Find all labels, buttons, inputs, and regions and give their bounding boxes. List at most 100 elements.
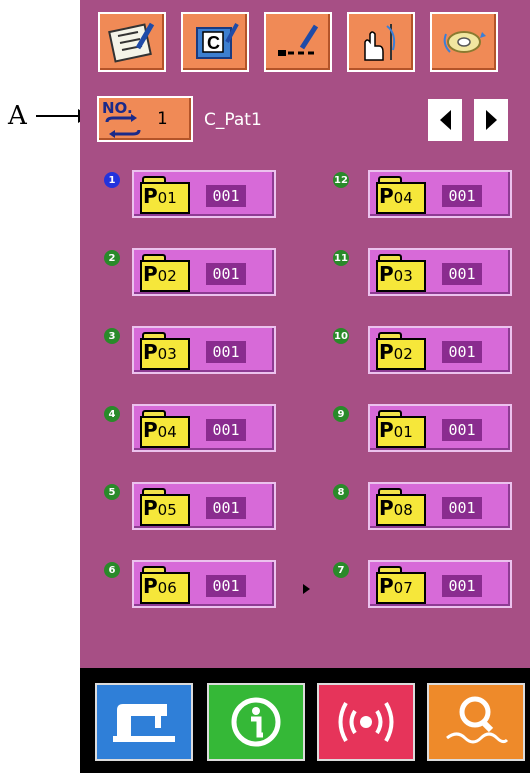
- pattern-letter: P: [143, 574, 158, 598]
- pattern-letter: P: [379, 496, 394, 520]
- sewing-machine-icon: [113, 704, 175, 742]
- folder-icon: P02: [376, 332, 426, 370]
- pattern-button[interactable]: P03 001: [132, 326, 276, 374]
- pattern-number: 07: [393, 579, 413, 597]
- pattern-count: 001: [442, 419, 482, 441]
- pattern-letter: P: [143, 496, 158, 520]
- folder-icon: P04: [140, 410, 190, 448]
- pattern-count: 001: [442, 185, 482, 207]
- callout-label: A: [8, 101, 27, 131]
- folder-icon: P02: [140, 254, 190, 292]
- pattern-index-badge: 1: [104, 172, 120, 188]
- communication-button[interactable]: [317, 683, 415, 761]
- pattern-button[interactable]: P02 001: [368, 326, 512, 374]
- pattern-letter: P: [379, 574, 394, 598]
- pattern-count: 001: [206, 575, 246, 597]
- pattern-count: 001: [442, 263, 482, 285]
- pattern-button[interactable]: P04 001: [132, 404, 276, 452]
- folder-icon: P03: [376, 254, 426, 292]
- checklist-pencil-icon: [108, 22, 155, 63]
- cycle-arrows-icon: [105, 114, 141, 138]
- prev-page-button[interactable]: [428, 99, 462, 141]
- pattern-button[interactable]: P01 001: [368, 404, 512, 452]
- pattern-data-button[interactable]: [98, 12, 166, 72]
- folder-icon: P01: [140, 176, 190, 214]
- stitch-edit-button[interactable]: [264, 12, 332, 72]
- dashed-line-pencil-icon: [278, 24, 319, 56]
- svg-text:C: C: [207, 33, 220, 53]
- pattern-letter: P: [379, 262, 394, 286]
- pattern-button[interactable]: P03 001: [368, 248, 512, 296]
- pattern-count: 001: [206, 185, 246, 207]
- c-cassette-icon: C: [196, 23, 239, 59]
- pattern-letter: P: [143, 418, 158, 442]
- cassette-button[interactable]: C: [181, 12, 249, 72]
- triangle-right-icon: [485, 110, 497, 130]
- threading-button[interactable]: [347, 12, 415, 72]
- pattern-index-badge: 4: [104, 406, 120, 422]
- pattern-index-badge: 5: [104, 484, 120, 500]
- pattern-button[interactable]: P07 001: [368, 560, 512, 608]
- pattern-count: 001: [206, 341, 246, 363]
- pattern-button[interactable]: P05 001: [132, 482, 276, 530]
- pattern-index-badge: 12: [333, 172, 349, 188]
- search-button[interactable]: [427, 683, 525, 761]
- winder-button[interactable]: [430, 12, 498, 72]
- pattern-count: 001: [442, 575, 482, 597]
- pattern-number: 03: [157, 345, 177, 363]
- folder-icon: P05: [140, 488, 190, 526]
- pattern-index-badge: 11: [333, 250, 349, 266]
- pattern-number: 04: [157, 423, 177, 441]
- pattern-letter: P: [143, 262, 158, 286]
- bottom-bar: [80, 668, 530, 773]
- pattern-number: 02: [157, 267, 177, 285]
- pattern-number: 05: [157, 501, 177, 519]
- pattern-count: 001: [206, 263, 246, 285]
- pattern-number-value: 1: [157, 109, 168, 129]
- pattern-button[interactable]: P01 001: [132, 170, 276, 218]
- pattern-letter: P: [143, 184, 158, 208]
- pattern-number: 08: [393, 501, 413, 519]
- folder-icon: P01: [376, 410, 426, 448]
- pattern-number: 02: [393, 345, 413, 363]
- next-page-button[interactable]: [474, 99, 508, 141]
- pattern-number: 01: [157, 189, 177, 207]
- pattern-button[interactable]: P06 001: [132, 560, 276, 608]
- pattern-name: C_Pat1: [204, 110, 262, 130]
- pattern-letter: P: [143, 340, 158, 364]
- pattern-number: 04: [393, 189, 413, 207]
- pattern-count: 001: [206, 497, 246, 519]
- signal-icon: [338, 701, 394, 743]
- triangle-pointer-icon: [303, 584, 310, 594]
- pattern-index-badge: 8: [333, 484, 349, 500]
- panel-screen: C NO. 1 C_Pat1 1 P01 001 2 P02 001 3 P03…: [80, 0, 530, 773]
- sewing-mode-button[interactable]: [95, 683, 193, 761]
- info-icon: [231, 697, 281, 747]
- pattern-button[interactable]: P02 001: [132, 248, 276, 296]
- folder-icon: P06: [140, 566, 190, 604]
- pattern-button[interactable]: P04 001: [368, 170, 512, 218]
- pattern-letter: P: [379, 340, 394, 364]
- pattern-count: 001: [442, 497, 482, 519]
- bobbin-winder-icon: [443, 31, 486, 53]
- pattern-index-badge: 2: [104, 250, 120, 266]
- pattern-count: 001: [206, 419, 246, 441]
- pattern-index-badge: 3: [104, 328, 120, 344]
- pattern-number: 03: [393, 267, 413, 285]
- pattern-number-button[interactable]: NO. 1: [97, 96, 193, 142]
- search-icon: [446, 696, 509, 744]
- pattern-button[interactable]: P08 001: [368, 482, 512, 530]
- pattern-number: 06: [157, 579, 177, 597]
- pattern-index-badge: 9: [333, 406, 349, 422]
- hand-needle-icon: [364, 24, 396, 61]
- pattern-index-badge: 6: [104, 562, 120, 578]
- pattern-letter: P: [379, 418, 394, 442]
- pattern-index-badge: 7: [333, 562, 349, 578]
- pattern-count: 001: [442, 341, 482, 363]
- information-button[interactable]: [207, 683, 305, 761]
- pattern-index-badge: 10: [333, 328, 349, 344]
- folder-icon: P03: [140, 332, 190, 370]
- pattern-number: 01: [393, 423, 413, 441]
- folder-icon: P04: [376, 176, 426, 214]
- folder-icon: P07: [376, 566, 426, 604]
